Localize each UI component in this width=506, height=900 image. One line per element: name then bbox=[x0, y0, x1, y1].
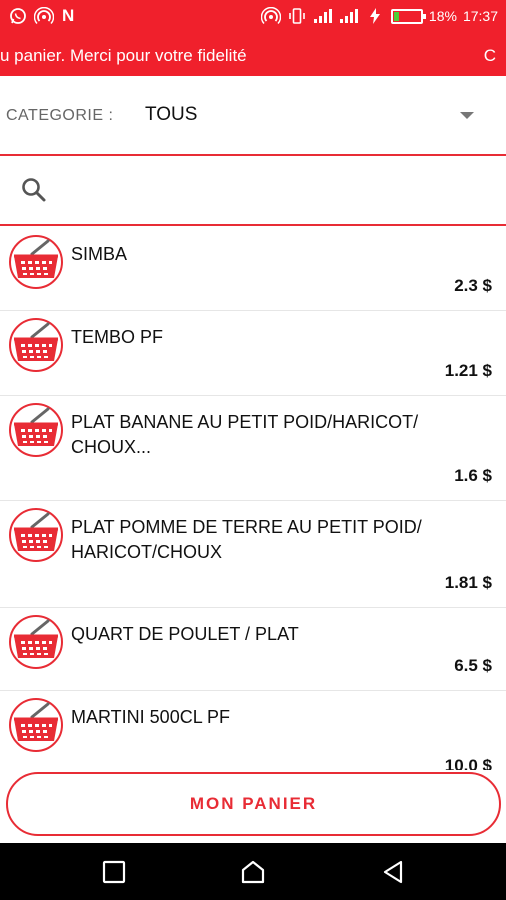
marquee-banner: u panier. Merci pour votre fidelité C bbox=[0, 34, 506, 76]
vibrate-icon bbox=[287, 6, 307, 26]
product-name: TEMBO PF bbox=[71, 327, 164, 347]
home-icon[interactable] bbox=[240, 859, 266, 885]
product-list-item[interactable]: QUART DE POULET / PLAT 6.5 $ bbox=[0, 608, 506, 691]
product-name: MARTINI 500CL PF bbox=[71, 707, 231, 727]
product-list-item[interactable]: TEMBO PF 1.21 $ bbox=[0, 311, 506, 396]
battery-level bbox=[393, 11, 399, 21]
clock: 17:37 bbox=[462, 8, 498, 24]
product-list: SIMBA 2.3 $ TEMBO PF 1.21 $ PLAT BANANE AU P… bbox=[0, 228, 506, 770]
signal-icon bbox=[313, 6, 333, 26]
category-value[interactable]: TOUS bbox=[145, 104, 197, 126]
charging-icon bbox=[365, 6, 385, 26]
product-name: PLAT POMME DE TERRE AU PETIT POID/ HARIC… bbox=[71, 517, 422, 562]
recent-apps-icon[interactable] bbox=[101, 859, 127, 885]
my-cart-button[interactable]: MON PANIER bbox=[6, 772, 501, 836]
status-bar: N 18% 17:37 bbox=[0, 0, 506, 34]
product-list-item[interactable]: SIMBA 2.3 $ bbox=[0, 228, 506, 311]
product-price: 1.21 $ bbox=[444, 361, 492, 380]
basket-icon bbox=[8, 402, 64, 458]
android-nav-bar bbox=[0, 843, 506, 900]
basket-icon bbox=[8, 507, 64, 563]
back-icon[interactable] bbox=[380, 859, 406, 885]
dropdown-arrow-icon[interactable] bbox=[460, 112, 474, 119]
category-label: CATEGORIE : bbox=[6, 107, 114, 124]
search-input[interactable] bbox=[60, 172, 490, 210]
battery-percent: 18% bbox=[428, 8, 457, 24]
n-icon: N bbox=[62, 6, 75, 25]
basket-icon bbox=[8, 614, 64, 670]
product-price: 2.3 $ bbox=[454, 276, 492, 295]
wifi-hotspot-icon bbox=[34, 6, 54, 26]
signal-icon-2 bbox=[339, 6, 359, 26]
product-name: SIMBA bbox=[71, 244, 128, 264]
product-price: 6.5 $ bbox=[454, 656, 492, 675]
status-left-icons: N bbox=[8, 6, 74, 26]
whatsapp-icon bbox=[8, 6, 28, 26]
product-name: QUART DE POULET / PLAT bbox=[71, 624, 299, 644]
basket-icon bbox=[8, 697, 64, 753]
product-name: PLAT BANANE AU PETIT POID/HARICOT/ CHOUX… bbox=[71, 412, 419, 457]
search-icon[interactable] bbox=[20, 176, 48, 204]
product-list-item[interactable]: MARTINI 500CL PF 10.0 $ bbox=[0, 691, 506, 770]
status-right: 18% 17:37 bbox=[260, 6, 498, 26]
banner-text-tail: C bbox=[483, 46, 496, 65]
banner-text: u panier. Merci pour votre fidelité bbox=[0, 46, 247, 65]
search-bar bbox=[0, 156, 506, 226]
product-price: 10.0 $ bbox=[444, 756, 492, 770]
basket-icon bbox=[8, 317, 64, 373]
product-price: 1.81 $ bbox=[444, 573, 492, 592]
product-price: 1.6 $ bbox=[454, 466, 492, 485]
product-list-item[interactable]: PLAT BANANE AU PETIT POID/HARICOT/ CHOUX… bbox=[0, 396, 506, 501]
hotspot-icon bbox=[260, 6, 281, 26]
category-selector[interactable]: CATEGORIE : TOUS bbox=[0, 76, 506, 156]
battery-icon bbox=[390, 8, 426, 24]
basket-icon bbox=[8, 234, 64, 290]
product-list-item[interactable]: PLAT POMME DE TERRE AU PETIT POID/ HARIC… bbox=[0, 501, 506, 608]
